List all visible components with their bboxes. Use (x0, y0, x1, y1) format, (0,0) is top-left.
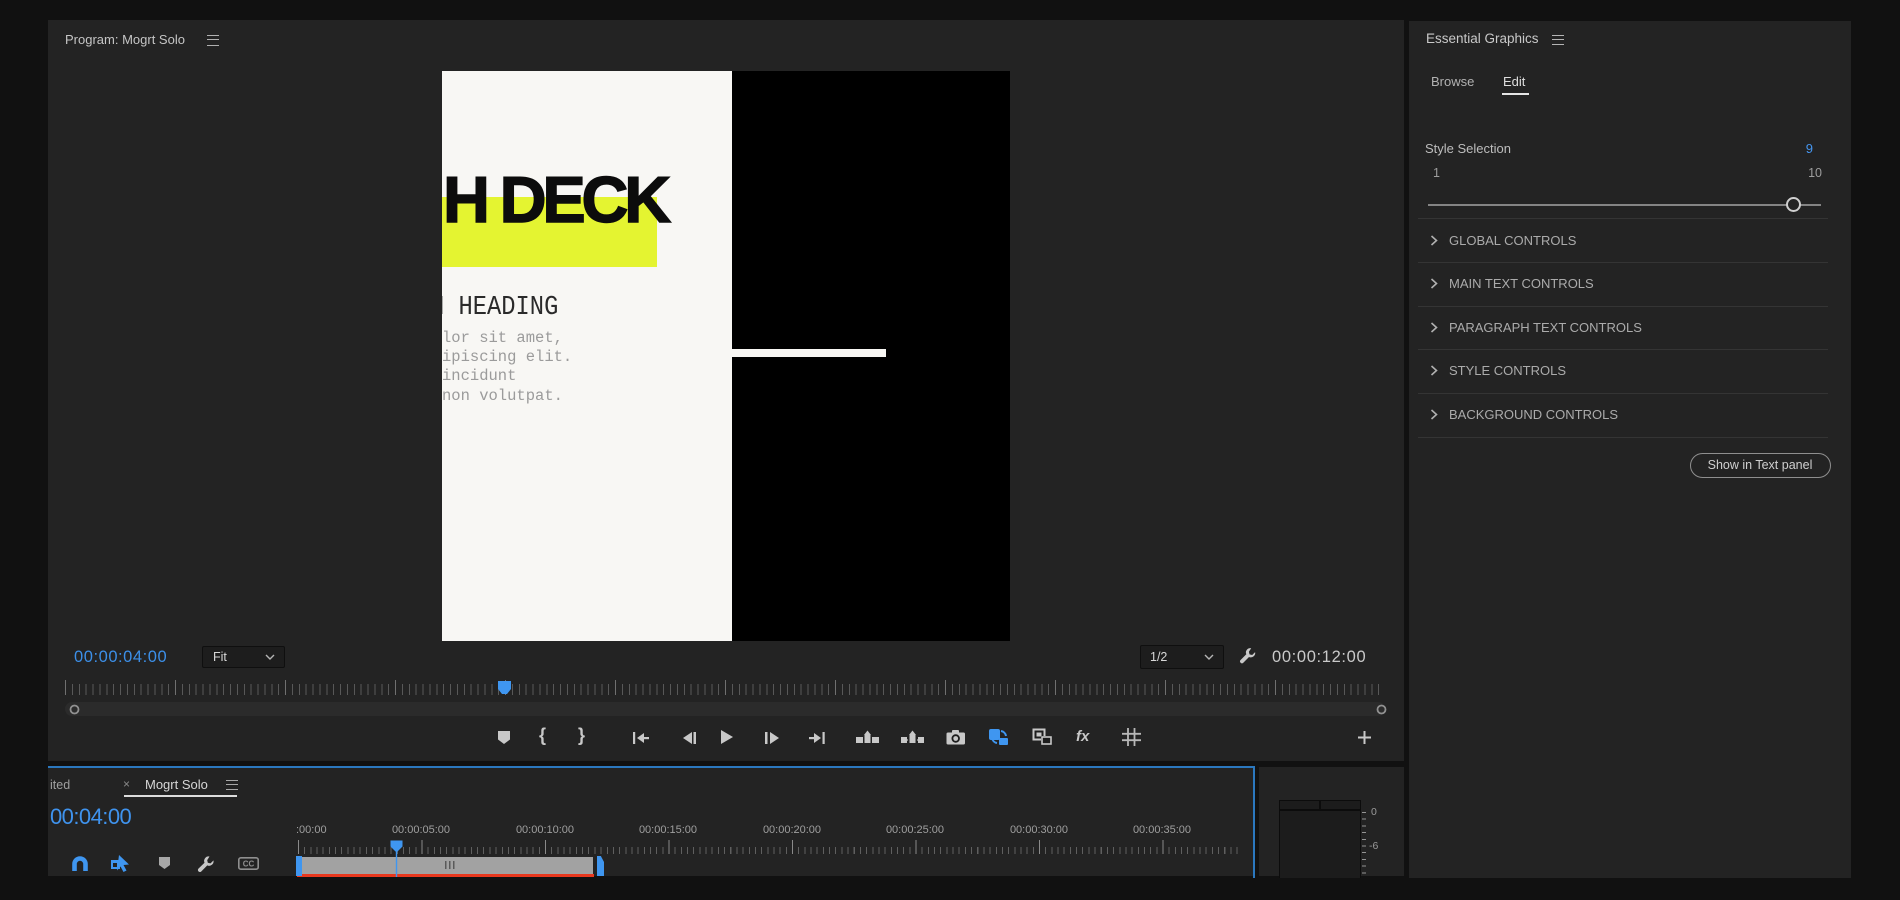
svg-text:CC: CC (243, 860, 255, 869)
